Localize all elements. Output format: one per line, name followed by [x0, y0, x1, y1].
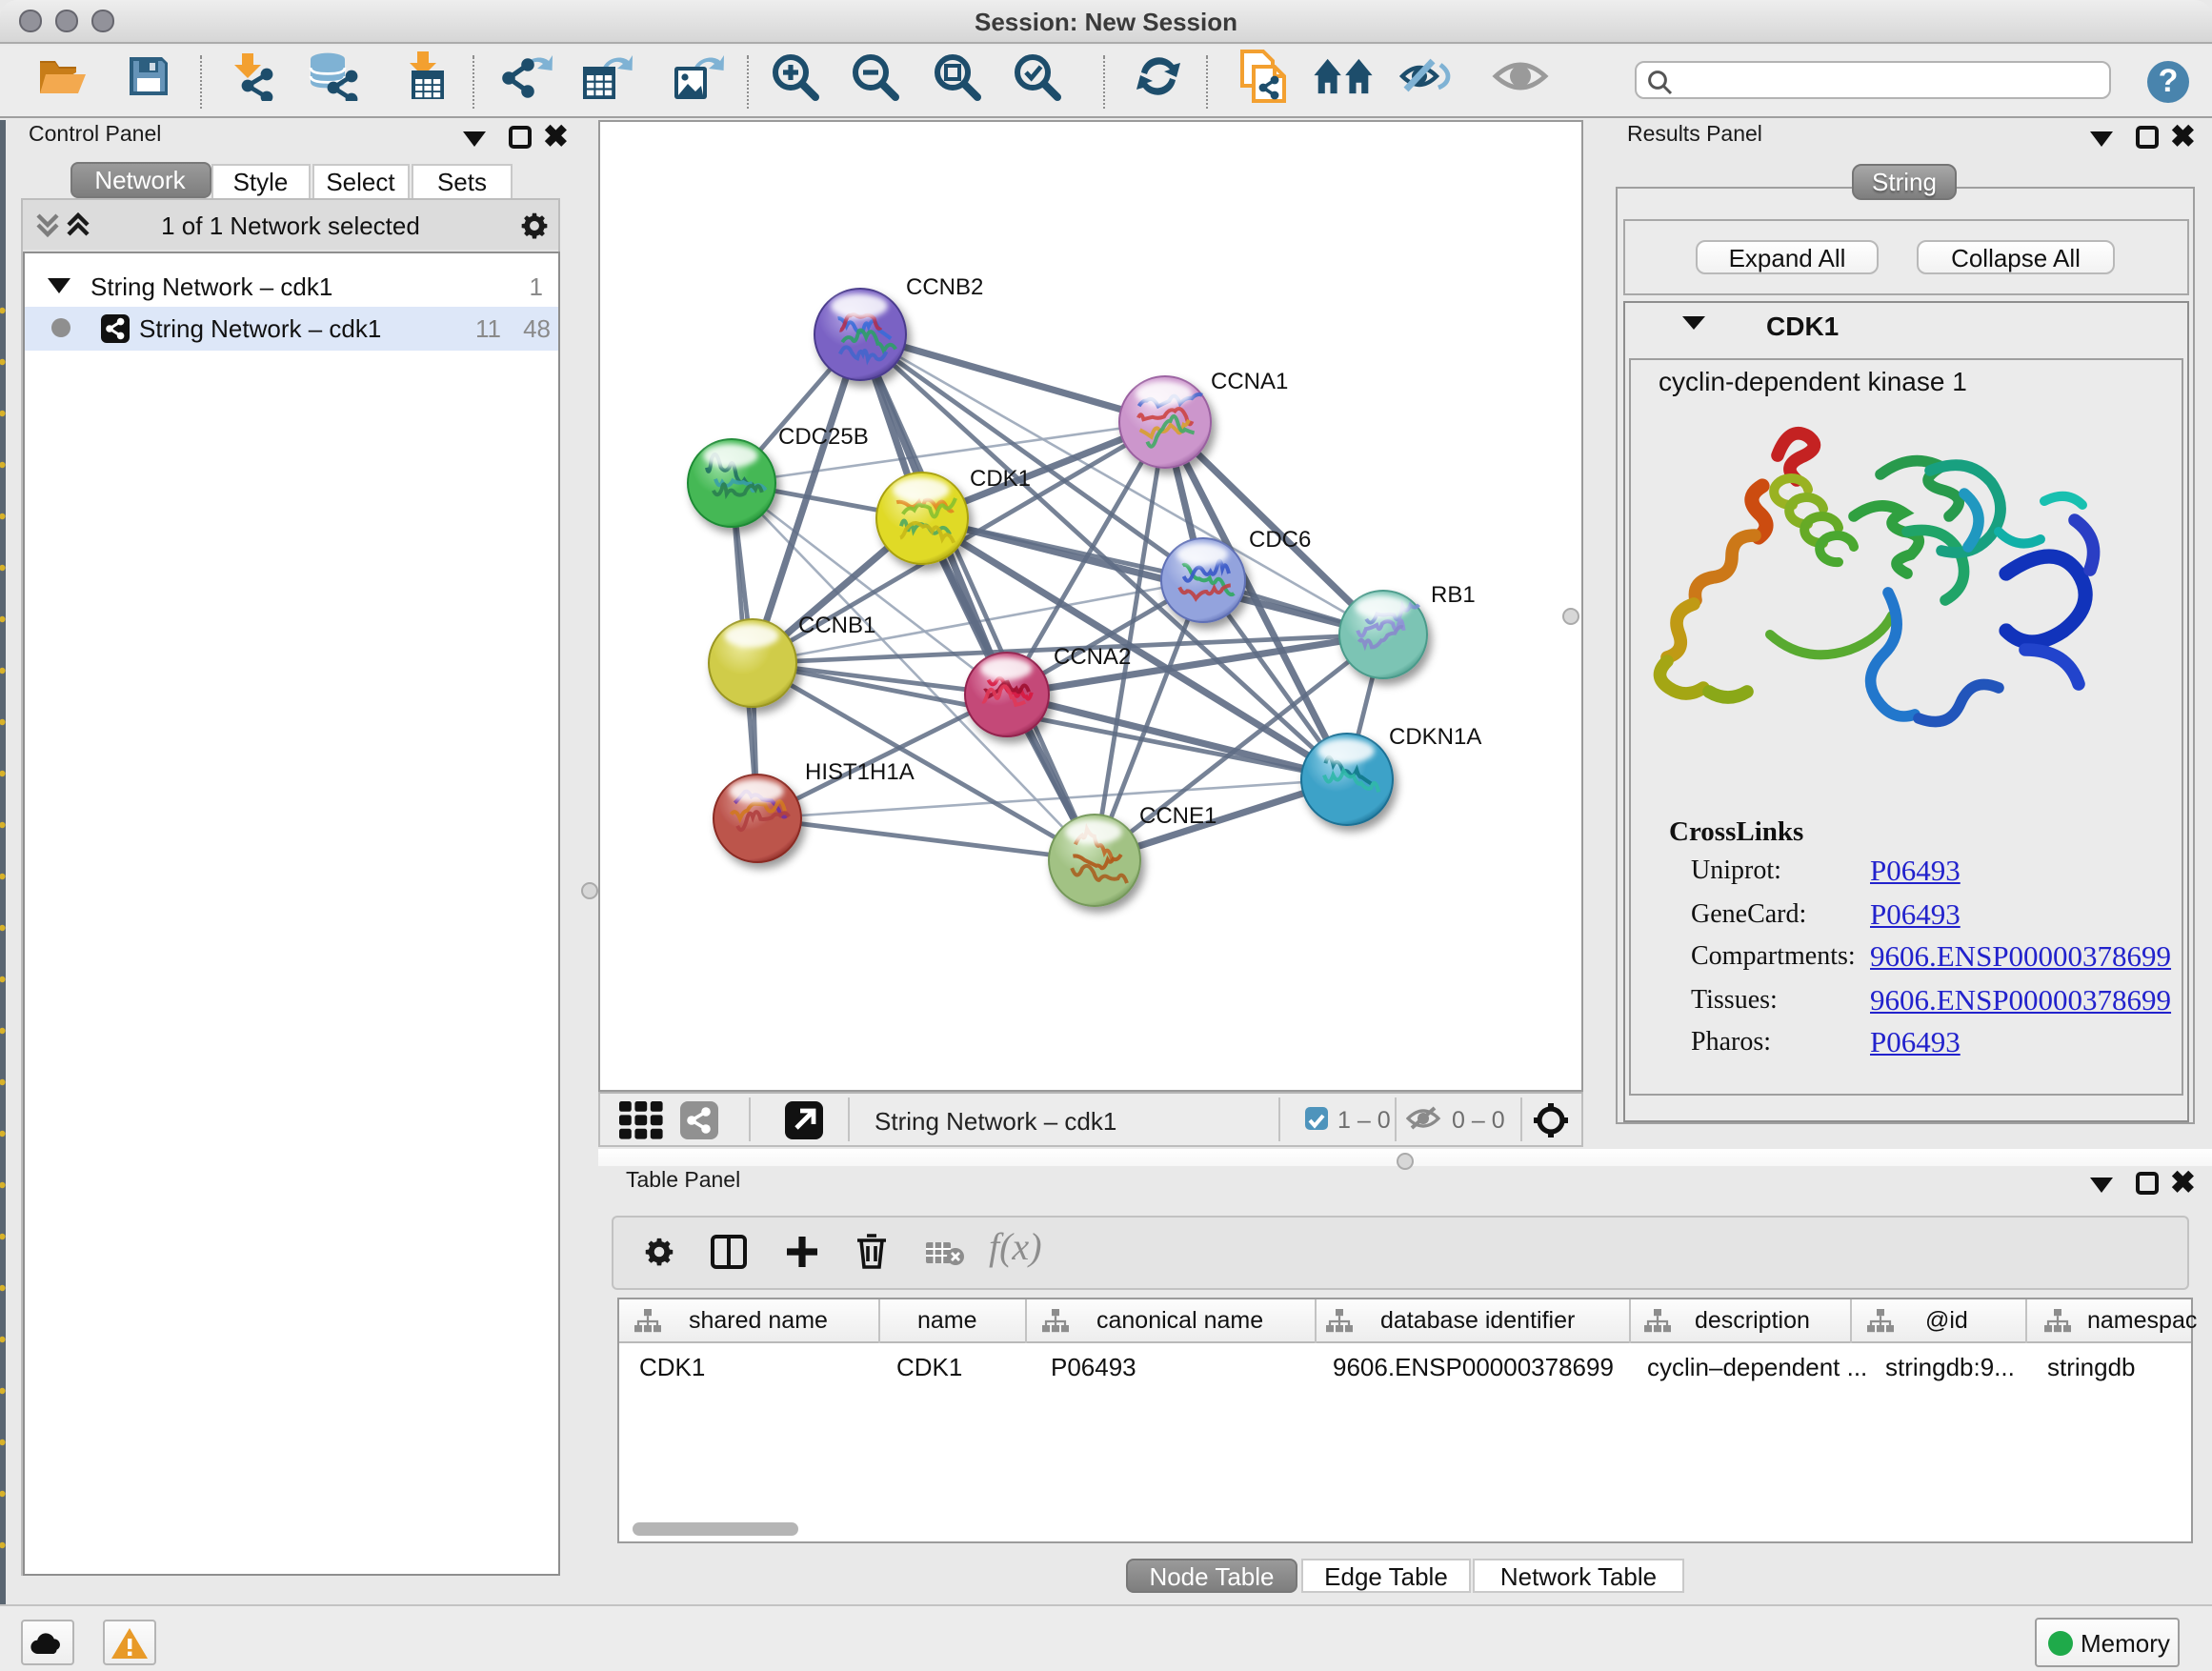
svg-text:CCNB2: CCNB2	[906, 274, 983, 300]
svg-text:CCNA1: CCNA1	[1211, 369, 1288, 394]
svg-text:CDC6: CDC6	[1249, 527, 1311, 553]
svg-text:CCNA2: CCNA2	[1054, 644, 1131, 670]
svg-text:CCNE1: CCNE1	[1139, 803, 1217, 829]
svg-text:CDC25B: CDC25B	[778, 424, 869, 450]
svg-text:CDK1: CDK1	[970, 466, 1031, 492]
svg-text:CDKN1A: CDKN1A	[1389, 724, 1481, 750]
svg-text:HIST1H1A: HIST1H1A	[805, 759, 915, 785]
svg-text:RB1: RB1	[1431, 582, 1476, 608]
svg-text:CCNB1: CCNB1	[798, 613, 875, 638]
